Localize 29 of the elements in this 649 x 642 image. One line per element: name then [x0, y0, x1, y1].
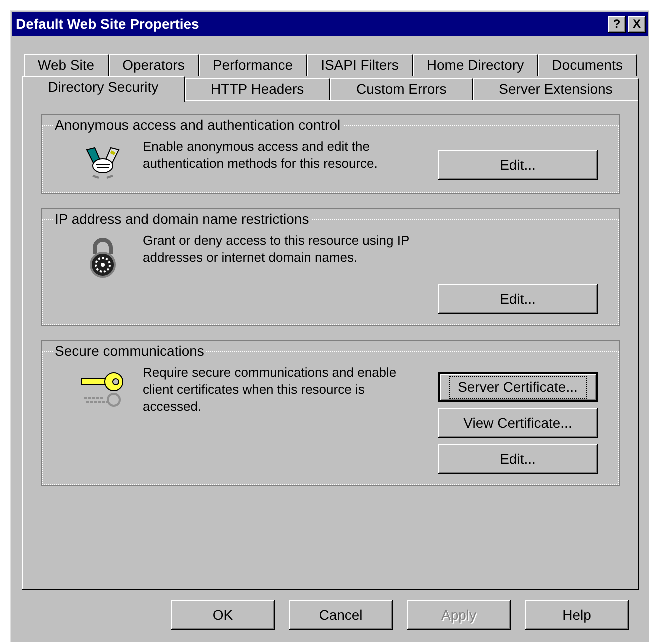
certificate-button[interactable]: View Certificate...	[438, 408, 598, 438]
tab[interactable]: HTTP Headers	[184, 78, 330, 100]
group-title: Anonymous access and authentication control	[54, 116, 342, 135]
group-title: IP address and domain name restrictions	[54, 210, 310, 229]
description-text: Enable anonymous access and edit the authentication methods for this resource.	[143, 138, 379, 172]
description-text: Require secure communications and enable client certificates when this resource is accessed.	[143, 364, 398, 415]
group-title: Secure communications	[54, 342, 206, 361]
tab[interactable]: Performance	[198, 54, 308, 76]
certificate-button[interactable]: Server Certificate...	[438, 372, 598, 402]
edit-button[interactable]: Edit...	[438, 444, 598, 474]
window-title: Default Web Site Properties	[16, 14, 200, 34]
help-button[interactable]: ?	[608, 16, 626, 32]
padlock-icon	[88, 238, 118, 278]
close-button[interactable]: X	[628, 16, 646, 32]
tab[interactable]: Directory Security	[22, 76, 185, 102]
description-text: Grant or deny access to this resource using IP addresses or internet domain names.	[143, 232, 410, 266]
tab[interactable]: ISAPI Filters	[307, 54, 413, 76]
dialog-button[interactable]: Help	[525, 600, 629, 630]
dialog-button[interactable]: Cancel	[289, 600, 393, 630]
tab[interactable]: Server Extensions	[472, 78, 639, 100]
tab[interactable]: Documents	[538, 54, 637, 76]
key-icon	[80, 370, 126, 408]
edit-button[interactable]: Edit...	[438, 284, 598, 314]
dialog-button[interactable]: OK	[171, 600, 275, 630]
tab[interactable]: Web Site	[24, 54, 109, 76]
tab[interactable]: Operators	[108, 54, 199, 76]
edit-button[interactable]: Edit...	[438, 150, 598, 180]
tab[interactable]: Custom Errors	[330, 78, 473, 100]
tab[interactable]: Home Directory	[412, 54, 538, 76]
